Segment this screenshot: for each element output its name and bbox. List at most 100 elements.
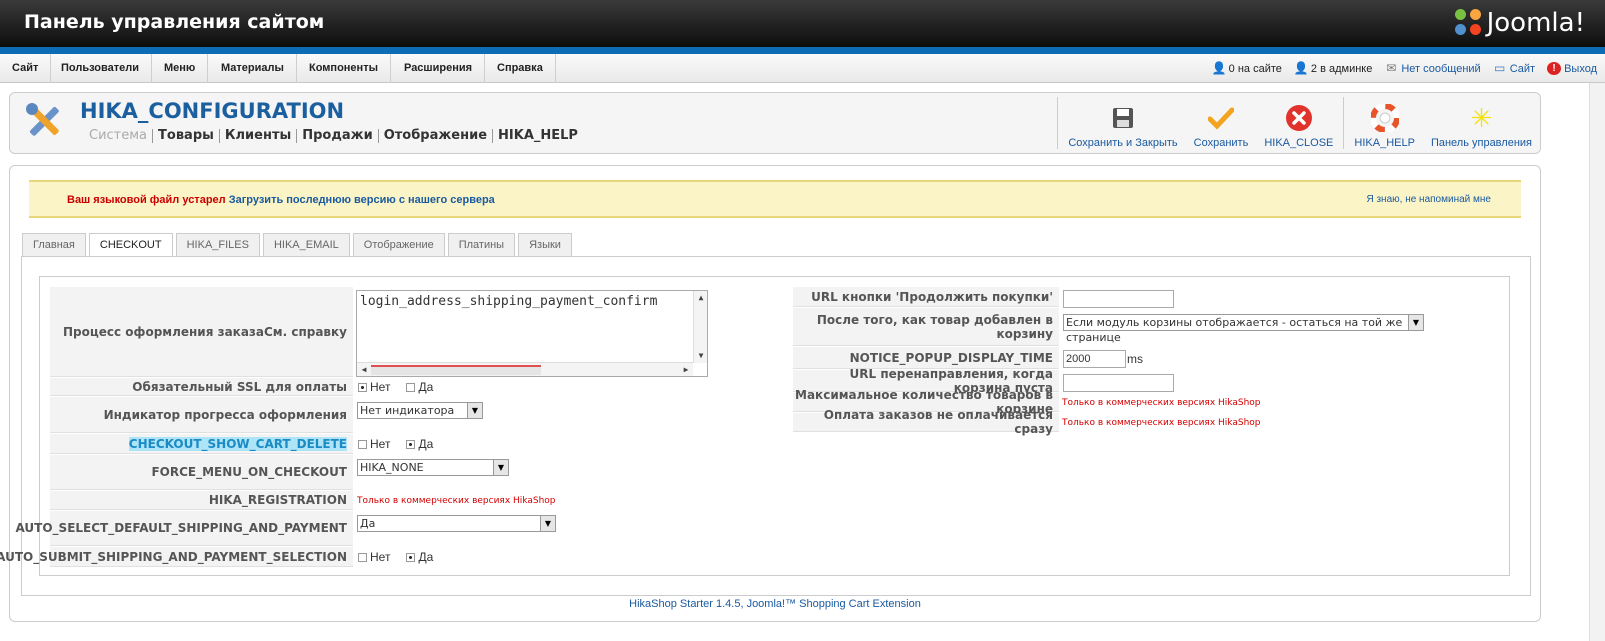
ssl-required-label: Обязательный SSL для оплаты xyxy=(50,378,353,396)
chevron-down-icon: ▼ xyxy=(1408,315,1423,330)
status-admins-text: 2 в админке xyxy=(1310,62,1373,75)
checkout-process-textarea[interactable]: login_address_shipping_payment_confirm ▲… xyxy=(356,290,708,377)
registration-commercial-only: Только в коммерческих версиях HikaShop xyxy=(357,495,556,506)
close-label: HIKA_CLOSE xyxy=(1264,137,1334,149)
auto-submit-no-label: Нет xyxy=(370,550,391,564)
menu-menus[interactable]: Меню xyxy=(152,54,209,83)
logout-text: Выход xyxy=(1564,62,1597,75)
popup-time-input[interactable]: 2000 xyxy=(1063,350,1126,368)
dashboard-button[interactable]: ✳ Панель управления xyxy=(1423,97,1540,150)
toolbar-separator xyxy=(1343,97,1345,149)
menu-content[interactable]: Материалы xyxy=(209,54,297,83)
progress-indicator-label: Индикатор прогресса оформления xyxy=(50,397,353,433)
redirect-url-input[interactable] xyxy=(1063,374,1174,392)
menu-extensions[interactable]: Расширения xyxy=(392,54,486,83)
horizontal-scrollbar[interactable]: ◀ ▶ xyxy=(357,362,693,376)
force-menu-value: HIKA_NONE xyxy=(360,461,424,474)
status-area: 👤 0 на сайте 👤 2 в админке ✉ Нет сообщен… xyxy=(1212,54,1597,83)
cart-delete-yes-label: Да xyxy=(418,437,434,451)
menu-components[interactable]: Компоненты xyxy=(297,54,391,83)
joomla-logo-icon xyxy=(1454,9,1483,37)
header-strip xyxy=(0,47,1605,54)
deferred-payment-commercial-only: Только в коммерческих версиях HikaShop xyxy=(1062,417,1261,428)
status-site-link[interactable]: ▭ Сайт xyxy=(1493,62,1535,75)
ssl-no-radio[interactable] xyxy=(358,382,367,392)
status-admins: 👤 2 в админке xyxy=(1294,62,1372,75)
tab-display[interactable]: Отображение xyxy=(352,233,445,257)
admin-header: Панель управления сайтом Joomla! xyxy=(0,0,1605,47)
ssl-no-label: Нет xyxy=(370,380,391,394)
subnav-customers[interactable]: Клиенты xyxy=(220,129,298,143)
scroll-left-icon[interactable]: ◀ xyxy=(357,363,371,376)
after-add-select[interactable]: Если модуль корзины отображается - остат… xyxy=(1063,314,1424,344)
help-button[interactable]: HIKA_HELP xyxy=(1346,97,1423,149)
sparkle-icon: ✳ xyxy=(1470,102,1493,133)
auto-submit-no-radio[interactable] xyxy=(358,552,367,562)
scroll-up-icon[interactable]: ▲ xyxy=(694,291,707,305)
show-cart-delete-label-text: CHECKOUT_SHOW_CART_DELETE xyxy=(128,436,347,451)
show-cart-delete-radio-group: Нет Да xyxy=(356,435,433,453)
subnav-help[interactable]: HIKA_HELP xyxy=(493,129,583,143)
menu-site[interactable]: Сайт xyxy=(0,54,52,83)
chevron-down-icon: ▼ xyxy=(467,403,482,418)
status-messages[interactable]: ✉ Нет сообщений xyxy=(1384,62,1480,75)
auto-select-select[interactable]: Да ▼ xyxy=(357,515,556,532)
force-menu-select[interactable]: HIKA_NONE ▼ xyxy=(357,459,509,476)
tab-payments[interactable]: Платины xyxy=(447,233,516,257)
cart-delete-no-radio[interactable] xyxy=(358,439,367,449)
floppy-disk-icon xyxy=(1108,103,1138,133)
scroll-down-icon[interactable]: ▼ xyxy=(694,349,707,363)
tab-email[interactable]: HIKA_EMAIL xyxy=(262,233,350,257)
vertical-scrollbar[interactable]: ▲ ▼ xyxy=(693,291,707,363)
force-menu-label: FORCE_MENU_ON_CHECKOUT xyxy=(50,455,353,490)
admins-online-icon: 👤 xyxy=(1293,61,1309,75)
save-button[interactable]: Сохранить xyxy=(1186,97,1257,149)
subnav-system: Система xyxy=(84,129,154,143)
subnav-sales[interactable]: Продажи xyxy=(297,129,379,143)
cart-delete-yes-radio[interactable] xyxy=(406,439,416,449)
status-online-text: 0 на сайте xyxy=(1228,62,1282,75)
tab-languages[interactable]: Языки xyxy=(518,233,572,257)
logout-icon: ! xyxy=(1547,62,1562,75)
popup-time-control: 2000 ms xyxy=(1063,350,1143,368)
ssl-yes-label: Да xyxy=(418,380,434,394)
monitor-icon: ▭ xyxy=(1494,61,1506,75)
help-label: HIKA_HELP xyxy=(1354,137,1415,149)
page-scrollbar[interactable] xyxy=(1589,83,1605,641)
save-close-button[interactable]: Сохранить и Закрыть xyxy=(1060,97,1185,149)
tab-files[interactable]: HIKA_FILES xyxy=(175,233,260,257)
config-subnav: Система Товары Клиенты Продажи Отображен… xyxy=(84,129,583,143)
dismiss-notice-link[interactable]: Я знаю, не напоминай мне xyxy=(1366,194,1491,205)
tab-main[interactable]: Главная xyxy=(22,233,86,257)
continue-url-input[interactable] xyxy=(1063,290,1174,308)
ssl-required-radio-group: Нет Да xyxy=(356,378,433,396)
subnav-products[interactable]: Товары xyxy=(153,129,220,143)
footer-credit[interactable]: HikaShop Starter 1.4.5, Joomla!™ Shoppin… xyxy=(0,598,1550,610)
progress-indicator-select[interactable]: Нет индикатора ▼ xyxy=(357,402,483,419)
menu-help[interactable]: Справка xyxy=(485,54,556,83)
save-label: Сохранить xyxy=(1193,137,1249,149)
scroll-right-icon[interactable]: ▶ xyxy=(679,363,693,376)
lifebuoy-icon xyxy=(1370,103,1400,133)
auto-select-value: Да xyxy=(360,517,376,530)
checkmark-icon xyxy=(1206,103,1236,133)
download-language-link[interactable]: Загрузить последнюю версию с нашего серв… xyxy=(229,194,495,206)
subnav-display[interactable]: Отображение xyxy=(379,129,494,143)
logout-link[interactable]: ! Выход xyxy=(1547,62,1597,75)
notice-warning: Ваш языковой файл устарел Загрузить посл… xyxy=(67,194,495,206)
close-button[interactable]: HIKA_CLOSE xyxy=(1256,97,1341,149)
menu-users[interactable]: Пользователи xyxy=(49,54,153,83)
status-online: 👤 0 на сайте xyxy=(1212,62,1282,75)
tab-checkout[interactable]: CHECKOUT xyxy=(88,233,173,258)
toolbar-panel: HIKA_CONFIGURATION Система Товары Клиент… xyxy=(9,92,1541,154)
horizontal-scroll-thumb[interactable] xyxy=(371,365,541,375)
language-notice: Ваш языковой файл устарел Загрузить посл… xyxy=(29,180,1521,218)
users-online-icon: 👤 xyxy=(1211,61,1227,75)
continue-url-label: URL кнопки 'Продолжить покупки' xyxy=(793,287,1059,307)
page-title: HIKA_CONFIGURATION xyxy=(80,99,345,123)
max-items-commercial-only: Только в коммерческих версиях HikaShop xyxy=(1062,397,1261,408)
after-add-label: После того, как товар добавлен в корзину xyxy=(793,308,1059,346)
auto-submit-yes-radio[interactable] xyxy=(406,552,416,562)
auto-submit-yes-label: Да xyxy=(418,550,434,564)
ssl-yes-radio[interactable] xyxy=(406,382,416,392)
